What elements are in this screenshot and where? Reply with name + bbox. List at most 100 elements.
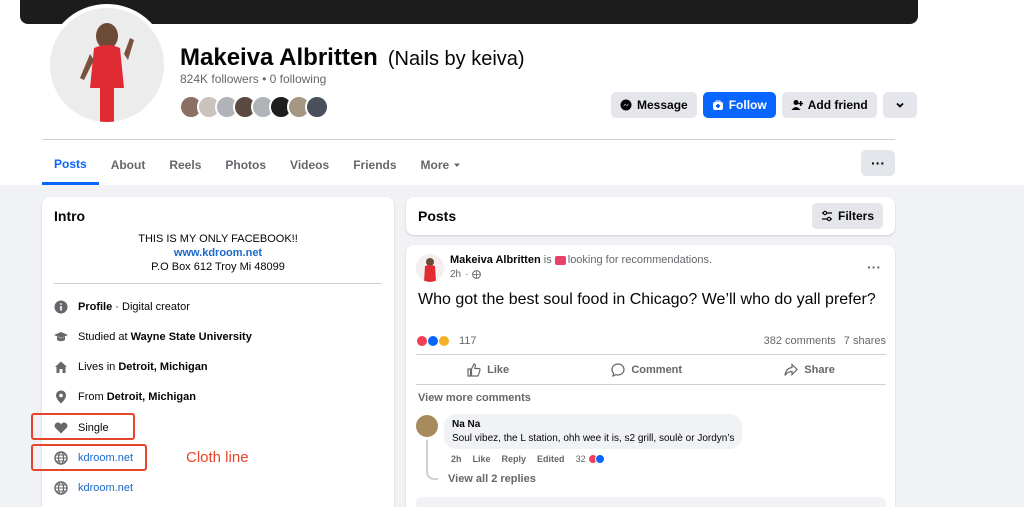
- annotation-cloth-line: Cloth line: [186, 449, 249, 466]
- actions-divider-bottom: [416, 384, 886, 385]
- post-actions: Like Comment Share: [416, 357, 886, 383]
- like-button[interactable]: Like: [467, 357, 509, 383]
- post-author-avatar[interactable]: [416, 254, 444, 282]
- tab-posts[interactable]: Posts: [42, 145, 99, 185]
- name-row: Makeiva Albritten (Nails by keiva): [180, 44, 525, 72]
- comment-time[interactable]: 2h: [451, 454, 462, 464]
- globe-icon: [54, 481, 68, 495]
- followers-count[interactable]: 824K followers: [180, 72, 259, 86]
- post-options-button[interactable]: ···: [867, 259, 881, 275]
- post-text: Who got the best soul food in Chicago? W…: [418, 291, 876, 308]
- thumbs-up-icon: [467, 363, 481, 377]
- add-friend-icon: [791, 100, 803, 110]
- tab-photos[interactable]: Photos: [213, 145, 278, 185]
- add-friend-button[interactable]: Add friend: [781, 92, 877, 118]
- posts-title: Posts: [418, 208, 457, 224]
- tab-friends[interactable]: Friends: [341, 145, 408, 185]
- follow-counts: 824K followers • 0 following: [180, 72, 326, 86]
- follow-button[interactable]: Follow: [702, 92, 776, 118]
- filters-button[interactable]: Filters: [811, 203, 883, 229]
- location-pin-icon: [54, 390, 68, 404]
- follower-avatar[interactable]: [305, 95, 329, 119]
- bio-line-3: P.O Box 612 Troy Mi 48099: [151, 261, 285, 273]
- more-actions-button[interactable]: [882, 92, 917, 118]
- comment-like-button[interactable]: Like: [473, 454, 491, 464]
- intro-profile-item: Profile · Digital creator: [54, 300, 190, 314]
- post-time[interactable]: 2h: [450, 269, 461, 280]
- tab-more-label: More: [420, 158, 450, 172]
- messenger-icon: [620, 99, 632, 111]
- profile-header: Makeiva Albritten (Nails by keiva) 824K …: [0, 0, 1024, 185]
- post-header: Makeiva Albritten is looking for recomme…: [450, 254, 712, 266]
- ellipsis-icon: ···: [867, 259, 881, 275]
- share-label: Share: [804, 364, 835, 376]
- avatar-image: [50, 8, 164, 122]
- comment-meta: 2h Like Reply Edited 32: [451, 454, 605, 464]
- highlight-box-relationship: [31, 413, 135, 440]
- comments-count[interactable]: 382 comments: [764, 335, 836, 347]
- from-prefix: From: [78, 391, 107, 403]
- comment-text: Soul vibez, the L station, ohh wee it is…: [452, 433, 735, 444]
- bio-link[interactable]: www.kdroom.net: [54, 246, 382, 260]
- view-more-comments-link[interactable]: View more comments: [418, 392, 531, 404]
- post-is: is: [540, 254, 555, 266]
- follow-icon: [712, 100, 723, 110]
- comment-reactions[interactable]: 32: [575, 454, 605, 464]
- profile-actions: Message Follow Add friend: [611, 92, 917, 118]
- dot-separator: ·: [465, 269, 469, 280]
- comment-bubble-icon: [611, 363, 625, 377]
- lives-prefix: Lives in: [78, 361, 119, 373]
- laugh-reaction-icon: [438, 335, 450, 347]
- tab-more[interactable]: More: [409, 145, 474, 185]
- comment-edited-label[interactable]: Edited: [537, 454, 565, 464]
- intro-education-item: Studied at Wayne State University: [54, 330, 252, 344]
- header-divider: [42, 139, 895, 140]
- graduation-cap-icon: [54, 330, 68, 344]
- intro-divider: [54, 283, 382, 284]
- following-count[interactable]: 0 following: [270, 72, 327, 86]
- intro-title: Intro: [54, 208, 86, 224]
- tab-about[interactable]: About: [99, 145, 158, 185]
- comment-reaction-count: 32: [575, 454, 586, 464]
- school-link[interactable]: Wayne State University: [131, 331, 252, 343]
- share-button[interactable]: Share: [784, 357, 835, 383]
- comment-button[interactable]: Comment: [611, 357, 682, 383]
- tabs-overflow-button[interactable]: ···: [861, 150, 895, 176]
- website-link-2[interactable]: kdroom.net: [78, 482, 133, 494]
- post-author-name[interactable]: Makeiva Albritten: [450, 254, 541, 266]
- cover-photo[interactable]: [20, 0, 918, 24]
- profile-avatar[interactable]: [46, 4, 168, 126]
- share-arrow-icon: [784, 363, 799, 376]
- ellipsis-icon: ···: [871, 155, 885, 171]
- follow-label: Follow: [728, 98, 767, 112]
- tab-reels[interactable]: Reels: [157, 145, 213, 185]
- comment-author-name[interactable]: Na Na: [452, 419, 734, 430]
- filters-label: Filters: [837, 209, 874, 223]
- follower-avatars: [179, 95, 329, 119]
- view-replies-link[interactable]: View all 2 replies: [448, 473, 536, 485]
- comment-author-avatar[interactable]: [416, 415, 438, 437]
- intro-website-item-2: kdroom.net: [54, 481, 133, 495]
- next-comment-preview: [416, 497, 886, 507]
- post-avatar-image: [416, 254, 444, 282]
- filter-sliders-icon: [821, 210, 832, 222]
- reaction-summary[interactable]: 117: [416, 335, 477, 347]
- shares-count[interactable]: 7 shares: [844, 335, 886, 347]
- profile-alt-name: (Nails by keiva): [387, 48, 525, 70]
- studied-prefix: Studied at: [78, 331, 131, 343]
- intro-from-item: From Detroit, Michigan: [54, 390, 196, 404]
- tab-videos[interactable]: Videos: [278, 145, 341, 185]
- info-icon: [54, 300, 68, 314]
- message-button[interactable]: Message: [611, 92, 697, 118]
- comment-reply-button[interactable]: Reply: [502, 454, 527, 464]
- profile-name: Makeiva Albritten: [180, 44, 378, 71]
- reply-thread-line: [426, 440, 438, 480]
- profile-category: · Digital creator: [112, 301, 190, 313]
- lives-city-link[interactable]: Detroit, Michigan: [118, 361, 207, 373]
- highlight-box-website: [31, 444, 147, 471]
- profile-label: Profile: [78, 301, 113, 313]
- comment-label: Comment: [631, 364, 683, 376]
- from-city-link[interactable]: Detroit, Michigan: [107, 391, 196, 403]
- post-reactions-row: 117 382 comments 7 shares: [416, 335, 886, 347]
- home-icon: [54, 360, 68, 374]
